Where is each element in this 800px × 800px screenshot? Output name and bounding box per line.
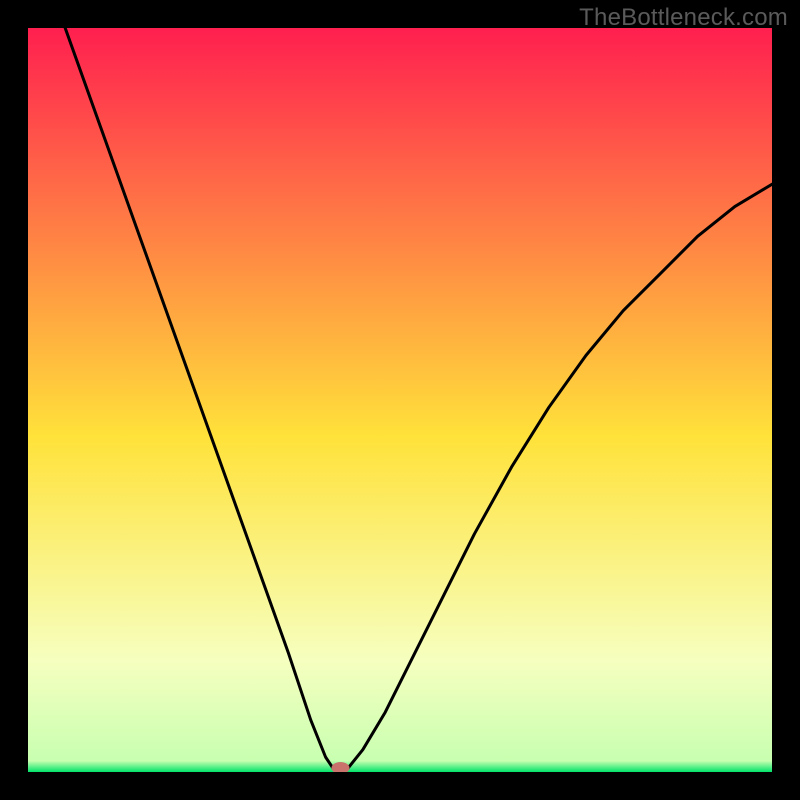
- gradient-background: [28, 28, 772, 772]
- watermark-text: TheBottleneck.com: [579, 4, 788, 32]
- chart-frame: TheBottleneck.com: [0, 0, 800, 800]
- chart-svg: [28, 28, 772, 772]
- plot-area: [28, 28, 772, 772]
